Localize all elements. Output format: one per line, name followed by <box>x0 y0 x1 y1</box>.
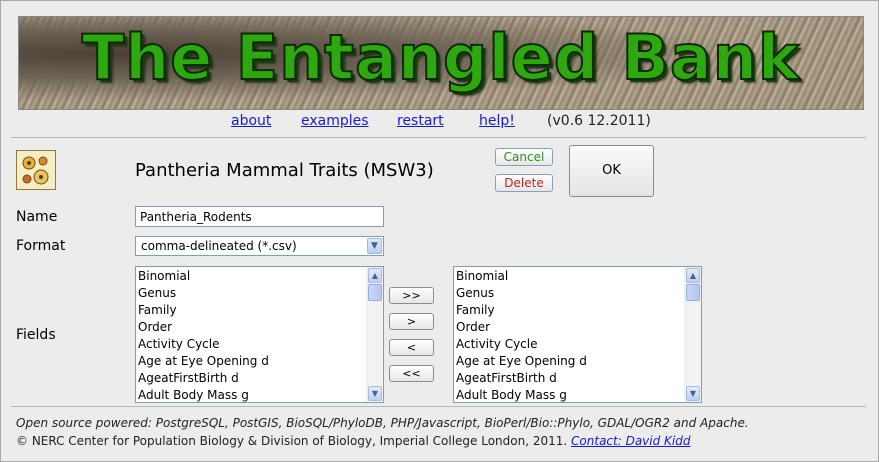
selected-fields-scrollbar[interactable]: ▲ ▼ <box>684 267 701 402</box>
name-label: Name <box>16 209 58 225</box>
available-fields-list[interactable]: Binomial Genus Family Order Activity Cycle Ag… <box>135 266 384 403</box>
move-left-button[interactable]: < <box>389 339 434 356</box>
footer-credits: Open source powered: PostgreSQL, PostGIS… <box>16 416 749 430</box>
delete-button[interactable]: Delete <box>495 174 553 192</box>
scroll-thumb[interactable] <box>368 284 382 301</box>
format-select[interactable]: comma-delineated (*.csv) ▼ <box>135 236 384 256</box>
banner-title: The Entangled Bank <box>81 20 801 95</box>
name-field[interactable] <box>135 206 384 227</box>
dataset-icon <box>16 150 56 190</box>
nav-about-link[interactable]: about <box>231 113 271 129</box>
scroll-up-icon[interactable]: ▲ <box>368 268 382 283</box>
chevron-down-icon[interactable]: ▼ <box>367 238 382 254</box>
footer-copyright: © NERC Center for Population Biology & D… <box>16 434 690 448</box>
contact-link[interactable]: Contact: David Kidd <box>571 434 690 448</box>
list-item[interactable]: AgeatFirstBirth d <box>456 370 701 387</box>
ok-button[interactable]: OK <box>569 145 654 197</box>
list-item[interactable]: Age at Eye Opening d <box>138 353 383 370</box>
scroll-down-icon[interactable]: ▼ <box>686 386 700 401</box>
scroll-thumb[interactable] <box>686 284 700 301</box>
nav-examples-link[interactable]: examples <box>301 113 369 129</box>
nav-bar: about examples restart help! (v0.6 12.20… <box>0 113 879 133</box>
move-all-left-button[interactable]: << <box>389 365 434 382</box>
nav-help-link[interactable]: help! <box>479 113 515 129</box>
divider-bottom <box>11 406 866 407</box>
divider-top <box>11 137 866 138</box>
move-all-right-button[interactable]: >> <box>389 287 434 304</box>
list-item[interactable]: Binomial <box>138 268 383 285</box>
list-item[interactable]: Adult Body Mass g <box>138 387 383 402</box>
list-item[interactable]: Genus <box>138 285 383 302</box>
list-item[interactable]: Family <box>456 302 701 319</box>
selected-fields-list[interactable]: Binomial Genus Family Order Activity Cycle Ag… <box>453 266 702 403</box>
version-text: (v0.6 12.2011) <box>547 113 651 129</box>
scroll-down-icon[interactable]: ▼ <box>368 386 382 401</box>
format-selected-value: comma-delineated (*.csv) <box>141 239 297 253</box>
list-item[interactable]: Order <box>456 319 701 336</box>
list-item[interactable]: Activity Cycle <box>138 336 383 353</box>
list-item[interactable]: Binomial <box>456 268 701 285</box>
cancel-button[interactable]: Cancel <box>495 148 553 166</box>
dataset-title: Pantheria Mammal Traits (MSW3) <box>135 160 434 181</box>
list-item[interactable]: AgeatFirstBirth d <box>138 370 383 387</box>
list-item[interactable]: Family <box>138 302 383 319</box>
list-item[interactable]: Genus <box>456 285 701 302</box>
copyright-text: © NERC Center for Population Biology & D… <box>16 434 568 448</box>
available-fields-scrollbar[interactable]: ▲ ▼ <box>366 267 383 402</box>
list-item[interactable]: Adult Body Mass g <box>456 387 701 402</box>
fields-label: Fields <box>16 327 56 343</box>
move-right-button[interactable]: > <box>389 313 434 330</box>
list-item[interactable]: Activity Cycle <box>456 336 701 353</box>
scroll-up-icon[interactable]: ▲ <box>686 268 700 283</box>
list-item[interactable]: Order <box>138 319 383 336</box>
nav-restart-link[interactable]: restart <box>397 113 444 129</box>
list-item[interactable]: Age at Eye Opening d <box>456 353 701 370</box>
format-label: Format <box>16 238 66 254</box>
banner: The Entangled Bank <box>18 16 864 110</box>
